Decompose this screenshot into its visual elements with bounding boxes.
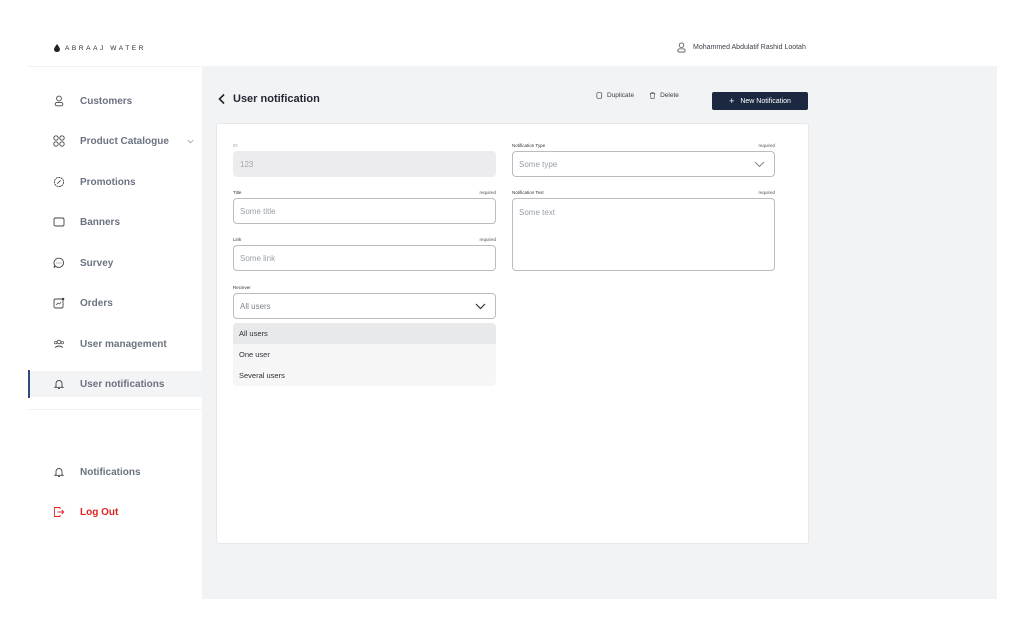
receiver-field-group: Reciever All users [233,285,496,319]
page-header: User notification [217,93,320,105]
notification-type-select[interactable]: Some type [512,151,775,177]
receiver-option-all-users[interactable]: All users [233,323,496,344]
link-field-group: Link required Some link [233,237,496,271]
id-field-group: ID 123 [233,143,496,177]
brand-logo[interactable]: ABRAAJ WATER [54,44,146,52]
title-placeholder: Some title [240,206,276,216]
bell-icon [52,465,66,479]
user-name: Mohammed Abdulatif Rashid Lootah [693,44,806,51]
delete-button[interactable]: Delete [649,92,679,99]
page-title: User notification [233,93,320,105]
logout-button[interactable]: Log Out [28,499,202,525]
id-value: 123 [240,159,254,169]
chat-bubble-icon [52,256,66,270]
sidebar-item-label: Notifications [80,466,141,478]
chevron-down-icon[interactable] [186,137,195,146]
sidebar-item-notifications[interactable]: Notifications [28,459,202,485]
receiver-value: All users [240,301,271,311]
sidebar-item-survey[interactable]: Survey [28,250,202,276]
sidebar-item-user-management[interactable]: User management [28,331,202,357]
sidebar-item-promotions[interactable]: Promotions [28,169,202,195]
notification-text-textarea[interactable]: Some text [512,198,775,271]
sidebar-item-label: Survey [80,257,114,269]
notification-text-placeholder: Some text [519,208,556,217]
badge-percent-icon [52,175,66,189]
divider [28,409,202,410]
sidebar-item-orders[interactable]: Orders [28,290,202,316]
orders-chart-icon [52,296,66,310]
sidebar-item-product-catalogue[interactable]: Product Catalogue [28,128,202,154]
water-drop-icon [54,44,60,52]
chevron-down-icon [475,303,486,310]
back-arrow-icon[interactable] [217,93,226,105]
new-notification-button[interactable]: + New Notification [712,92,808,110]
banner-icon [52,215,66,229]
sidebar-item-label: User management [80,338,167,350]
id-field: 123 [233,151,496,177]
sidebar-item-customers[interactable]: Customers [28,88,202,114]
notification-form: ID 123 Title required Some title Link requ… [217,124,808,543]
required-label: required [758,143,775,148]
duplicate-label: Duplicate [607,92,635,99]
toolbar: Duplicate Delete + New Notification [596,92,808,110]
notification-type-field-group: Notification Type required Some type [512,143,775,177]
receiver-option-several-users[interactable]: Several users [233,365,496,386]
required-label: required [479,237,496,242]
duplicate-button[interactable]: Duplicate [596,92,634,99]
grid-icon [52,134,66,148]
link-placeholder: Some link [240,253,276,263]
link-label: Link [233,237,242,242]
id-label: ID [233,143,238,148]
notification-text-label: Notification Text [512,190,544,195]
user-icon [52,94,66,108]
sidebar-item-label: Banners [80,216,121,228]
top-bar: ABRAAJ WATER Mohammed Abdulatif Rashid L… [0,0,1024,66]
brand-name: ABRAAJ WATER [65,44,147,52]
notification-text-field-group: Notification Text required Some text [512,190,775,271]
link-input[interactable]: Some link [233,245,496,271]
sidebar-item-label: Log Out [80,506,119,518]
user-profile[interactable]: Mohammed Abdulatif Rashid Lootah [676,42,806,53]
delete-label: Delete [660,92,679,99]
trash-icon [649,92,656,99]
sidebar-item-label: Customers [80,95,133,107]
sidebar-item-label: User notifications [80,378,165,390]
title-label: Title [233,190,242,195]
chevron-down-icon [754,161,765,168]
sidebar-item-label: Promotions [80,176,136,188]
notification-type-label: Notification Type [512,143,546,148]
required-label: required [479,190,496,195]
sidebar-item-label: Orders [80,297,113,309]
receiver-label: Reciever [233,285,251,290]
copy-icon [596,92,603,99]
plus-icon: + [729,96,735,106]
sidebar: Customers Product Catalogue Promotions B… [28,67,202,599]
receiver-select[interactable]: All users [233,293,496,319]
receiver-option-one-user[interactable]: One user [233,344,496,365]
required-label: required [758,190,775,195]
sidebar-item-banners[interactable]: Banners [28,209,202,235]
title-field-group: Title required Some title [233,190,496,224]
user-icon [677,42,686,53]
title-input[interactable]: Some title [233,198,496,224]
new-notification-label: New Notification [740,97,791,105]
notification-type-placeholder: Some type [519,159,558,169]
receiver-dropdown-menu: All users One user Several users [233,323,496,386]
users-group-icon [52,337,66,351]
sidebar-item-label: Product Catalogue [80,135,169,147]
sidebar-item-user-notifications[interactable]: User notifications [28,370,202,398]
bell-icon [52,377,66,391]
logout-icon [52,505,66,519]
main-content: User notification Duplicate Delete + New… [202,66,997,599]
